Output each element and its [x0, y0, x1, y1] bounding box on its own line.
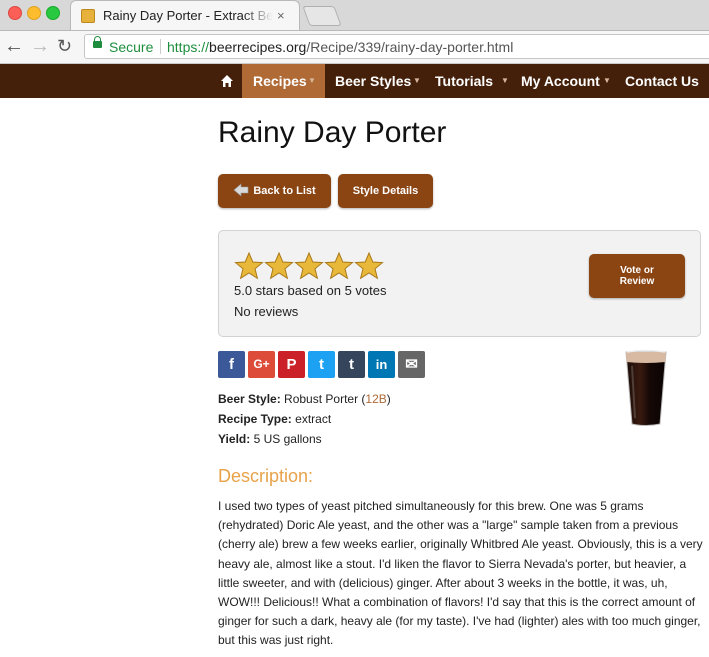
beer-style-code-link[interactable]: 12B — [365, 392, 386, 406]
star-icon[interactable] — [234, 251, 264, 281]
beer-style-row: Beer Style: Robust Porter (12B) — [218, 392, 391, 406]
style-details-label: Style Details — [352, 185, 419, 197]
forward-arrow-icon[interactable]: → — [30, 35, 50, 57]
beer-style-close: ) — [386, 392, 391, 406]
star-icon[interactable] — [324, 251, 354, 281]
star-rating[interactable] — [234, 251, 384, 281]
rating-panel: 5.0 stars based on 5 votes No reviews Vo… — [218, 230, 701, 337]
linkedin-icon[interactable]: in — [368, 351, 395, 378]
recipe-type-value: extract — [295, 412, 332, 426]
home-icon — [221, 74, 233, 87]
tab-title: Rainy Day Porter - Extract Beer Recipe — [103, 8, 273, 23]
browser-toolbar: ← → ↻ Secure https://beerrecipes.org/Rec… — [0, 31, 709, 64]
star-icon[interactable] — [264, 251, 294, 281]
style-details-button[interactable]: Style Details — [338, 174, 433, 208]
zoom-window-button[interactable] — [46, 6, 60, 20]
star-icon[interactable] — [354, 251, 384, 281]
facebook-icon[interactable]: f — [218, 351, 245, 378]
yield-label: Yield: — [218, 432, 251, 446]
site-navbar: Recipes ▼ Beer Styles ▼ Tutorials ▼ My A… — [0, 64, 709, 98]
vote-or-review-label: Vote or Review — [619, 265, 655, 287]
chevron-down-icon: ▼ — [501, 76, 509, 85]
arrow-left-icon — [233, 183, 249, 197]
star-icon[interactable] — [294, 251, 324, 281]
nav-tutorials-label: Tutorials — [435, 73, 494, 89]
minimize-window-button[interactable] — [27, 6, 41, 20]
porter-glass-image — [625, 349, 667, 426]
nav-recipes-label: Recipes — [253, 73, 307, 89]
yield-value: 5 US gallons — [253, 432, 322, 446]
chevron-down-icon: ▼ — [308, 76, 316, 85]
nav-my-account[interactable]: My Account ▼ — [521, 64, 611, 98]
url-path: /Recipe/339/rainy-day-porter.html — [306, 39, 514, 55]
nav-contact-us-label: Contact Us — [625, 73, 699, 89]
recipe-type-label: Recipe Type: — [218, 412, 292, 426]
beer-style-label: Beer Style: — [218, 392, 281, 406]
chevron-down-icon: ▼ — [413, 76, 421, 85]
url-host: beerrecipes.org — [209, 39, 307, 55]
email-icon[interactable]: ✉ — [398, 351, 425, 378]
review-count: No reviews — [234, 304, 299, 319]
url-separator — [160, 39, 161, 54]
url-text[interactable]: https://beerrecipes.org/Recipe/339/rainy… — [167, 39, 513, 55]
tumblr-icon[interactable]: t — [338, 351, 365, 378]
nav-home[interactable] — [212, 64, 242, 98]
back-to-list-label: Back to List — [253, 185, 316, 197]
new-tab-button[interactable] — [302, 6, 342, 26]
lock-icon — [93, 36, 102, 48]
reload-icon[interactable]: ↻ — [57, 35, 72, 57]
google-plus-icon[interactable]: G+ — [248, 351, 275, 378]
beer-mug-favicon-icon — [81, 9, 95, 23]
recipe-type-row: Recipe Type: extract — [218, 412, 331, 426]
address-bar[interactable]: Secure https://beerrecipes.org/Recipe/33… — [84, 34, 709, 59]
nav-recipes[interactable]: Recipes ▼ — [242, 64, 325, 98]
back-to-list-button[interactable]: Back to List — [218, 174, 331, 208]
secure-label: Secure — [109, 39, 154, 55]
twitter-icon[interactable]: t — [308, 351, 335, 378]
description-text: I used two types of yeast pitched simult… — [218, 499, 703, 648]
url-protocol: https:// — [167, 39, 210, 55]
nav-tutorials[interactable]: Tutorials ▼ — [435, 64, 509, 98]
share-buttons: f G+ Pt t in ✉ — [218, 351, 428, 378]
nav-contact-us[interactable]: Contact Us — [625, 64, 699, 98]
page-title: Rainy Day Porter — [218, 116, 447, 149]
nav-beer-styles[interactable]: Beer Styles ▼ — [335, 64, 421, 98]
tab-close-icon[interactable]: × — [277, 8, 285, 23]
chevron-down-icon: ▼ — [603, 76, 611, 85]
description-heading: Description: — [218, 466, 314, 486]
beer-style-value: Robust Porter ( — [284, 392, 366, 406]
nav-my-account-label: My Account — [521, 73, 600, 89]
rating-summary: 5.0 stars based on 5 votes — [234, 283, 387, 298]
pinterest-icon[interactable]: P — [278, 351, 305, 378]
browser-tab-bar: Rainy Day Porter - Extract Beer Recipe × — [0, 0, 709, 31]
close-window-button[interactable] — [8, 6, 22, 20]
vote-or-review-button[interactable]: Vote or Review — [589, 254, 685, 298]
browser-tab-active[interactable]: Rainy Day Porter - Extract Beer Recipe × — [70, 0, 300, 30]
nav-beer-styles-label: Beer Styles — [335, 73, 412, 89]
back-arrow-icon[interactable]: ← — [4, 35, 24, 57]
yield-row: Yield: 5 US gallons — [218, 432, 322, 446]
